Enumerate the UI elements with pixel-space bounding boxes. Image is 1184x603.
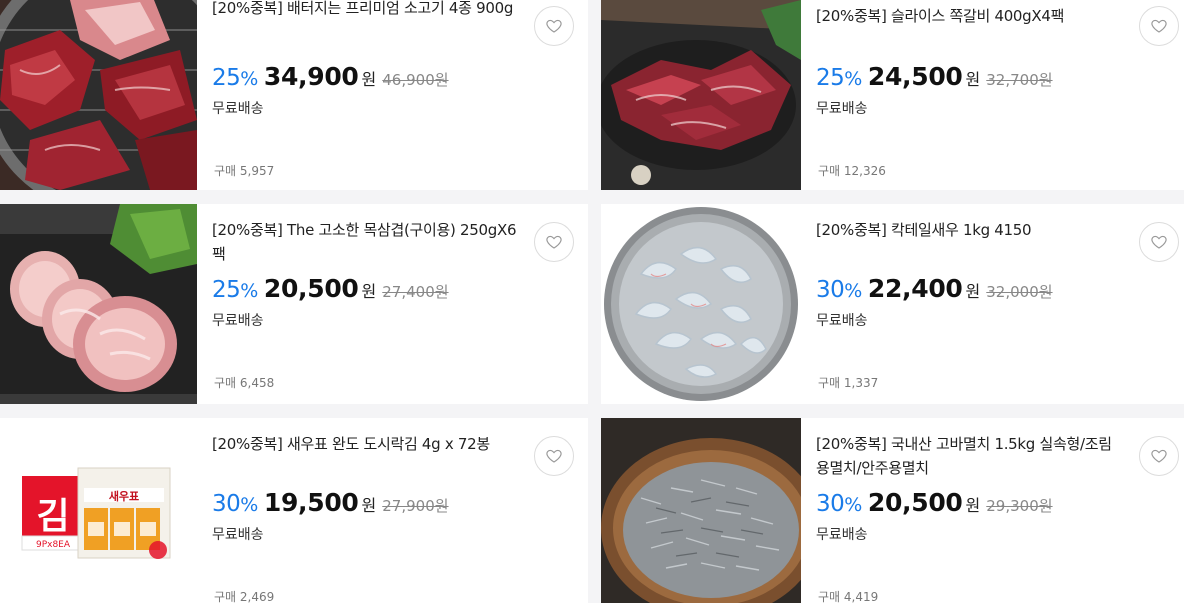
- discount-rate: 25%: [212, 277, 258, 303]
- product-card[interactable]: [20%중복] The 고소한 목삼겹(구이용) 250gX6팩 25% 20,…: [0, 204, 588, 404]
- product-image-beef[interactable]: [0, 0, 197, 190]
- heart-icon: [546, 235, 562, 249]
- seaweed-box-small-text: 9Px8EA: [36, 540, 71, 550]
- sale-price: 19,500: [263, 488, 359, 517]
- price-row: 30% 20,500 원 29,300원: [816, 488, 1053, 517]
- shipping-label: 무료배송: [816, 313, 868, 329]
- shipping-label: 무료배송: [212, 101, 264, 117]
- wishlist-button[interactable]: [1139, 222, 1179, 262]
- purchase-count: 구매 4,419: [818, 590, 879, 603]
- price-row: 30% 19,500 원 27,900원: [212, 488, 449, 517]
- original-price: 27,900원: [382, 497, 449, 515]
- purchase-count: 구매 5,957: [214, 164, 275, 178]
- wishlist-button[interactable]: [534, 6, 574, 46]
- sale-price: 20,500: [263, 274, 359, 303]
- product-info: [20%중복] 새우표 완도 도시락김 4g x 72봉 30% 19,500 …: [212, 418, 528, 603]
- pork-neck-image: [0, 204, 197, 404]
- product-title[interactable]: [20%중복] 배터지는 프리미엄 소고기 4종 900g: [212, 0, 528, 20]
- currency-label: 원: [965, 70, 981, 89]
- shipping-label: 무료배송: [212, 527, 264, 543]
- discount-rate: 30%: [816, 491, 862, 517]
- currency-label: 원: [361, 282, 377, 301]
- product-info: [20%중복] 슬라이스 쪽갈비 400gX4팩 25% 24,500 원 32…: [816, 0, 1124, 178]
- product-title[interactable]: [20%중복] 칵테일새우 1kg 4150: [816, 218, 1124, 242]
- shipping-label: 무료배송: [212, 313, 264, 329]
- product-image-seaweed[interactable]: 김 9Px8EA 새우표: [0, 418, 197, 603]
- currency-label: 원: [965, 496, 981, 515]
- product-image-shrimp[interactable]: [601, 204, 801, 404]
- currency-label: 원: [965, 282, 981, 301]
- wishlist-button[interactable]: [534, 222, 574, 262]
- product-card[interactable]: [20%중복] 슬라이스 쪽갈비 400gX4팩 25% 24,500 원 32…: [601, 0, 1184, 190]
- original-price: 46,900원: [382, 71, 449, 89]
- purchase-count: 구매 6,458: [214, 376, 275, 390]
- wishlist-button[interactable]: [1139, 6, 1179, 46]
- price-row: 25% 24,500 원 32,700원: [816, 62, 1053, 91]
- product-info: [20%중복] The 고소한 목삼겹(구이용) 250gX6팩 25% 20,…: [212, 204, 528, 390]
- product-title[interactable]: [20%중복] 슬라이스 쪽갈비 400gX4팩: [816, 4, 1124, 28]
- product-card[interactable]: [20%중복] 칵테일새우 1kg 4150 30% 22,400 원 32,0…: [601, 204, 1184, 404]
- product-grid: [20%중복] 배터지는 프리미엄 소고기 4종 900g 25% 34,900…: [0, 0, 1184, 603]
- shrimp-bowl-image: [601, 204, 801, 404]
- product-image-ribs[interactable]: [601, 0, 801, 190]
- sale-price: 20,500: [867, 488, 963, 517]
- product-info: [20%중복] 국내산 고바멸치 1.5kg 실속형/조림용멸치/안주용멸치 3…: [816, 418, 1124, 603]
- purchase-count: 구매 1,337: [818, 376, 879, 390]
- product-card[interactable]: [20%중복] 배터지는 프리미엄 소고기 4종 900g 25% 34,900…: [0, 0, 588, 190]
- price-row: 25% 34,900 원 46,900원: [212, 62, 449, 91]
- anchovy-basket-image: [601, 418, 801, 603]
- beef-grill-image: [0, 0, 197, 190]
- product-card[interactable]: [20%중복] 국내산 고바멸치 1.5kg 실속형/조림용멸치/안주용멸치 3…: [601, 418, 1184, 603]
- discount-rate: 25%: [212, 65, 258, 91]
- ribs-image: [601, 0, 801, 190]
- product-image-pork[interactable]: [0, 204, 197, 404]
- product-info: [20%중복] 배터지는 프리미엄 소고기 4종 900g 25% 34,900…: [212, 0, 528, 178]
- currency-label: 원: [361, 70, 377, 89]
- seaweed-box-image: 김 9Px8EA 새우표: [0, 418, 197, 603]
- heart-icon: [546, 19, 562, 33]
- product-info: [20%중복] 칵테일새우 1kg 4150 30% 22,400 원 32,0…: [816, 204, 1124, 390]
- purchase-count: 구매 12,326: [818, 164, 886, 178]
- original-price: 29,300원: [986, 497, 1053, 515]
- wishlist-button[interactable]: [1139, 436, 1179, 476]
- seaweed-box-brand: 새우표: [109, 489, 139, 503]
- product-image-anchovy[interactable]: [601, 418, 801, 603]
- wishlist-button[interactable]: [534, 436, 574, 476]
- sale-price: 24,500: [867, 62, 963, 91]
- discount-rate: 30%: [212, 491, 258, 517]
- discount-rate: 30%: [816, 277, 862, 303]
- heart-icon: [1151, 19, 1167, 33]
- price-row: 30% 22,400 원 32,000원: [816, 274, 1053, 303]
- heart-icon: [1151, 235, 1167, 249]
- product-title[interactable]: [20%중복] The 고소한 목삼겹(구이용) 250gX6팩: [212, 218, 528, 266]
- seaweed-box-big-text: 김: [36, 496, 69, 537]
- original-price: 32,000원: [986, 283, 1053, 301]
- original-price: 27,400원: [382, 283, 449, 301]
- heart-icon: [1151, 449, 1167, 463]
- product-title[interactable]: [20%중복] 국내산 고바멸치 1.5kg 실속형/조림용멸치/안주용멸치: [816, 432, 1124, 480]
- original-price: 32,700원: [986, 71, 1053, 89]
- discount-rate: 25%: [816, 65, 862, 91]
- shipping-label: 무료배송: [816, 527, 868, 543]
- sale-price: 34,900: [263, 62, 359, 91]
- heart-icon: [546, 449, 562, 463]
- product-title[interactable]: [20%중복] 새우표 완도 도시락김 4g x 72봉: [212, 432, 528, 456]
- purchase-count: 구매 2,469: [214, 590, 275, 603]
- currency-label: 원: [361, 496, 377, 515]
- price-row: 25% 20,500 원 27,400원: [212, 274, 449, 303]
- sale-price: 22,400: [867, 274, 963, 303]
- product-card[interactable]: 김 9Px8EA 새우표 [20%중복] 새우표 완도 도시락김 4g x 72…: [0, 418, 588, 603]
- shipping-label: 무료배송: [816, 101, 868, 117]
